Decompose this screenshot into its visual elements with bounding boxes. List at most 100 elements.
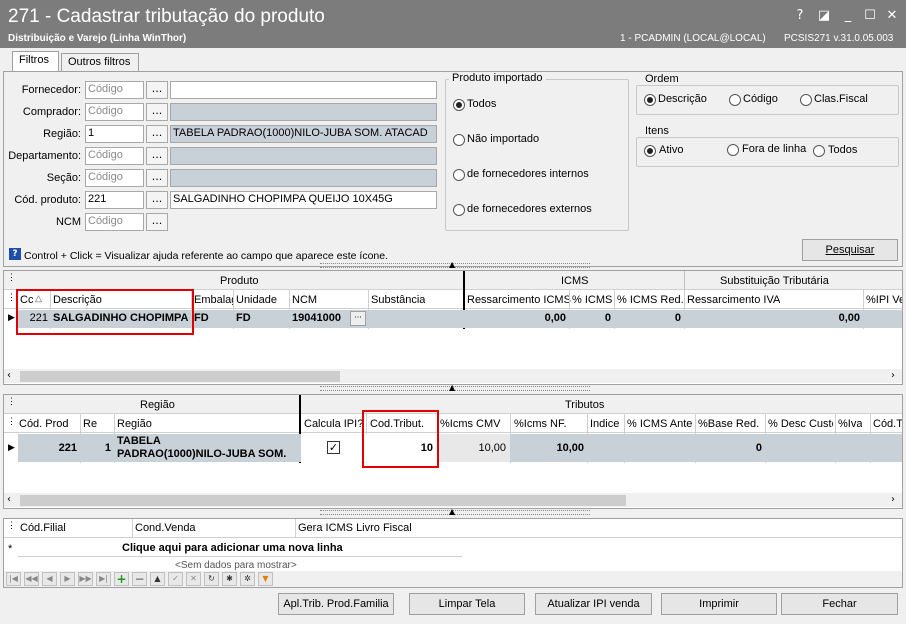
nav-bookmark-icon[interactable]: ✱ xyxy=(222,572,237,586)
apl-trib-familia-button[interactable]: Apl.Trib. Prod.Familia xyxy=(278,593,394,615)
ncm-code-input[interactable]: Código xyxy=(85,213,144,231)
grid2-col-icms-ante[interactable]: % ICMS Ante xyxy=(627,418,693,430)
grid2-scroll-left-icon[interactable]: ‹ xyxy=(7,494,11,505)
grid2-col-indice[interactable]: Indice xyxy=(590,418,619,430)
grid1-cell-pct-icms[interactable]: 0 xyxy=(572,312,611,324)
grid2-col-re[interactable]: Re xyxy=(83,418,97,430)
ncm-lookup-button[interactable]: ... xyxy=(146,213,168,231)
grid1-col-embalagem[interactable]: Embalag xyxy=(194,294,233,306)
grid1-scroll-thumb[interactable] xyxy=(20,371,340,382)
radio-itens-fora-de-linha[interactable] xyxy=(727,144,739,156)
nav-next-page-icon[interactable]: ▶▶ xyxy=(78,572,93,586)
grid1-col-ncm[interactable]: NCM xyxy=(292,294,317,306)
grid1-scroll-left-icon[interactable]: ‹ xyxy=(7,370,11,381)
tab-filtros[interactable]: Filtros xyxy=(12,51,59,72)
nav-refresh-icon[interactable]: ↻ xyxy=(204,572,219,586)
grid1-cell-ncm[interactable]: 19041000 xyxy=(292,312,341,324)
grid3-column-chooser-icon[interactable]: ⋮ xyxy=(7,520,16,531)
grid2-col-icms-nf[interactable]: %Icms NF. xyxy=(514,418,567,430)
secao-lookup-button[interactable]: ... xyxy=(146,169,168,187)
secao-code-input[interactable]: Código xyxy=(85,169,144,187)
radio-nao-importado[interactable] xyxy=(453,134,465,146)
add-new-row-link[interactable]: Clique aqui para adicionar uma nova linh… xyxy=(122,542,343,554)
grid1-col-ress-icms[interactable]: Ressarcimento ICMS xyxy=(467,294,571,306)
nav-next-icon[interactable]: ▶ xyxy=(60,572,75,586)
maximize-icon[interactable]: ☐ xyxy=(862,8,878,24)
grid2-cell-re[interactable]: 1 xyxy=(83,442,111,454)
grid2-col-cod-prod[interactable]: Cód. Prod xyxy=(19,418,69,430)
fornecedor-lookup-button[interactable]: ... xyxy=(146,81,168,99)
radio-todos-importado[interactable] xyxy=(453,99,465,111)
splitter-middle-arrow-icon[interactable]: ▲ xyxy=(449,383,455,392)
departamento-code-input[interactable]: Código xyxy=(85,147,144,165)
grid1-cell-ress-iva[interactable]: 0,00 xyxy=(687,312,860,324)
comprador-code-input[interactable]: Código xyxy=(85,103,144,121)
grid2-col-base-red[interactable]: %Base Red. xyxy=(698,418,759,430)
grid2-col-icms-cmv[interactable]: %Icms CMV xyxy=(440,418,501,430)
minimize-icon[interactable]: _ xyxy=(840,8,856,24)
radio-ordem-descricao[interactable] xyxy=(644,94,656,106)
restore-panel-icon[interactable]: ◪ xyxy=(816,8,832,24)
radio-ordem-descricao-label[interactable]: Descrição xyxy=(658,93,707,105)
grid3-col-cond-venda[interactable]: Cond.Venda xyxy=(135,522,196,534)
regiao-lookup-button[interactable]: ... xyxy=(146,125,168,143)
grid2-cell-cod-prod[interactable]: 221 xyxy=(19,442,77,454)
radio-ordem-clasfiscal[interactable] xyxy=(800,94,812,106)
grid3-col-cod-filial[interactable]: Cód.Filial xyxy=(20,522,66,534)
grid2-column-chooser-icon[interactable]: ⋮ xyxy=(7,396,16,407)
nav-up-icon[interactable]: ▲ xyxy=(150,572,165,586)
splitter-bottom-arrow-icon[interactable]: ▲ xyxy=(449,507,455,516)
grid1-col-substancia[interactable]: Substância xyxy=(371,294,425,306)
grid2-col-calcula-ipi[interactable]: Calcula IPI? xyxy=(304,418,363,430)
grid2-col-regiao[interactable]: Região xyxy=(117,418,152,430)
grid1-cell-pct-icms-red[interactable]: 0 xyxy=(617,312,681,324)
calcula-ipi-checkbox[interactable]: ✓ xyxy=(327,441,340,454)
grid1-col-ress-iva[interactable]: Ressarcimento IVA xyxy=(687,294,780,306)
grid2-col-cod-t[interactable]: Cód.T xyxy=(873,418,902,430)
close-icon[interactable]: ✕ xyxy=(884,8,900,24)
comprador-lookup-button[interactable]: ... xyxy=(146,103,168,121)
grid2-cell-icms-cmv[interactable]: 10,00 xyxy=(440,442,506,454)
grid3-col-gera-icms[interactable]: Gera ICMS Livro Fiscal xyxy=(298,522,412,534)
grid2-scroll-thumb[interactable] xyxy=(20,495,626,506)
grid2-cell-base-red[interactable]: 0 xyxy=(698,442,762,454)
nav-delete-icon[interactable]: − xyxy=(132,572,147,586)
radio-itens-ativo[interactable] xyxy=(644,145,656,157)
splitter-top-arrow-icon[interactable]: ▲ xyxy=(449,260,455,269)
radio-itens-todos-label[interactable]: Todos xyxy=(828,144,857,156)
ncm-ellipsis-button[interactable]: ··· xyxy=(350,311,366,326)
departamento-lookup-button[interactable]: ... xyxy=(146,147,168,165)
nav-prev-page-icon[interactable]: ◀◀ xyxy=(24,572,39,586)
cod-produto-input[interactable]: 221 xyxy=(85,191,144,209)
grid1-col-unidade[interactable]: Unidade xyxy=(236,294,277,306)
tab-outros-filtros[interactable]: Outros filtros xyxy=(61,53,139,71)
radio-todos-importado-label[interactable]: Todos xyxy=(467,98,496,110)
grid1-cell-ress-icms[interactable]: 0,00 xyxy=(467,312,566,324)
grid2-col-iva[interactable]: %Iva xyxy=(838,418,862,430)
nav-cancel-icon[interactable]: ✕ xyxy=(186,572,201,586)
radio-itens-todos[interactable] xyxy=(813,145,825,157)
grid2-cell-regiao-line2[interactable]: PADRAO(1000)NILO-JUBA SOM. xyxy=(117,448,297,460)
nav-first-icon[interactable]: |◀ xyxy=(6,572,21,586)
atualizar-ipi-button[interactable]: Atualizar IPI venda xyxy=(535,593,652,615)
radio-ordem-codigo[interactable] xyxy=(729,94,741,106)
radio-nao-importado-label[interactable]: Não importado xyxy=(467,133,539,145)
radio-fornecedores-externos[interactable] xyxy=(453,204,465,216)
grid1-col-ipi[interactable]: %IPI Ve xyxy=(866,294,902,306)
radio-itens-ativo-label[interactable]: Ativo xyxy=(659,144,683,156)
grid1-cell-unidade[interactable]: FD xyxy=(236,312,251,324)
radio-fornecedores-internos-label[interactable]: de fornecedores internos xyxy=(467,168,589,180)
grid1-column-chooser-icon[interactable]: ⋮ xyxy=(7,272,16,283)
grid2-scroll-right-icon[interactable]: › xyxy=(891,494,895,505)
regiao-code-input[interactable]: 1 xyxy=(85,125,144,143)
grid1-col-pct-icms[interactable]: % ICMS xyxy=(572,294,612,306)
nav-add-icon[interactable]: + xyxy=(114,572,129,586)
grid2-cell-regiao-line1[interactable]: TABELA xyxy=(117,435,161,447)
help-icon[interactable]: ? xyxy=(792,8,808,24)
nav-last-icon[interactable]: ▶| xyxy=(96,572,111,586)
pesquisar-button[interactable]: Pesquisar xyxy=(802,239,898,261)
radio-fornecedores-internos[interactable] xyxy=(453,169,465,181)
grid2-col-desc-custo[interactable]: % Desc Custo xyxy=(768,418,833,430)
grid2-cell-icms-nf[interactable]: 10,00 xyxy=(514,442,584,454)
grid1-scroll-right-icon[interactable]: › xyxy=(891,370,895,381)
